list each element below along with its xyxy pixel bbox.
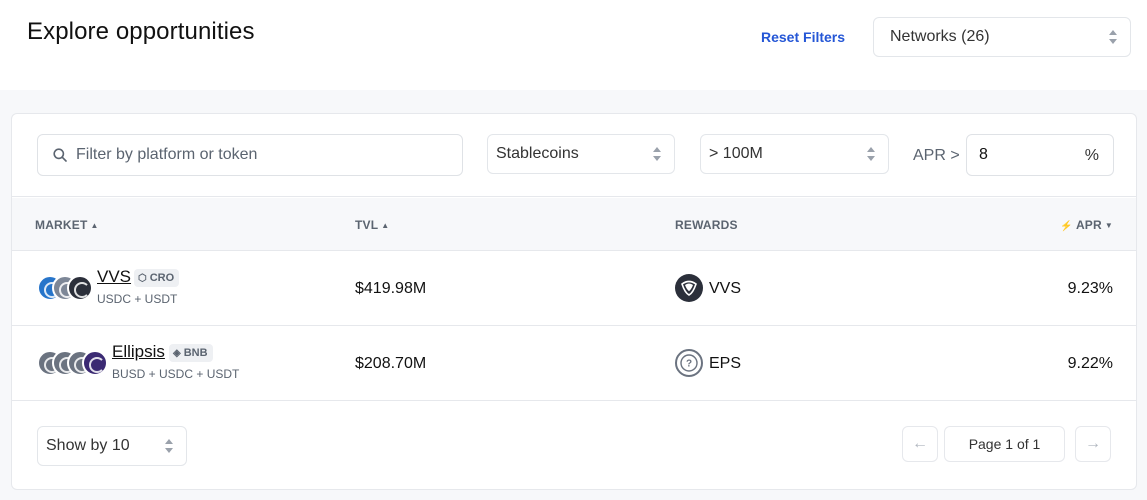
column-header-tvl[interactable]: TVL ▲ (355, 218, 389, 232)
updown-chevron-icon (652, 146, 662, 162)
reset-filters-link[interactable]: Reset Filters (761, 29, 845, 45)
apr-value: 9.23% (1067, 280, 1113, 297)
column-header-rewards: REWARDS (675, 218, 738, 232)
tvl-select[interactable]: > 100M (700, 134, 889, 174)
token-pair: BUSD + USDC + USDT (112, 367, 240, 381)
category-select[interactable]: Stablecoins (487, 134, 675, 174)
market-name-link[interactable]: Ellipsis (112, 342, 165, 362)
tvl-value: $419.98M (355, 280, 427, 297)
networks-select-value: Networks (26) (890, 28, 990, 45)
category-select-value: Stablecoins (496, 145, 579, 162)
table-header: MARKET ▲ TVL ▲ REWARDS ⚡ APR ▼ (12, 198, 1136, 251)
sort-up-icon: ▲ (381, 221, 390, 230)
tvl-select-value: > 100M (709, 145, 763, 162)
search-box[interactable] (37, 134, 463, 176)
svg-text:?: ? (686, 359, 692, 370)
bnb-chain-icon: ◈ (173, 348, 181, 359)
next-page-button[interactable]: → (1075, 426, 1111, 462)
updown-chevron-icon (164, 438, 174, 454)
reward-token-name: VVS (709, 280, 742, 297)
chain-badge: ⬡ CRO (134, 269, 180, 287)
column-header-market[interactable]: MARKET ▲ (35, 218, 99, 232)
sort-up-icon: ▲ (90, 221, 99, 230)
table-row[interactable]: VVS ⬡ CRO USDC + USDT $419.98M VVS 9.23% (12, 251, 1136, 326)
page-title: Explore opportunities (27, 18, 255, 45)
previous-page-button[interactable]: ← (902, 426, 938, 462)
page-indicator: Page 1 of 1 (944, 426, 1065, 462)
column-header-market-label: MARKET (35, 218, 88, 232)
tvl-value: $208.70M (355, 355, 427, 372)
opportunities-panel: Stablecoins > 100M APR > % MARKET▲ TVL▲ … (11, 113, 1137, 490)
column-header-apr-label: APR (1075, 218, 1102, 232)
cronos-chain-icon: ⬡ (138, 273, 147, 284)
apr-input[interactable] (979, 135, 1079, 175)
search-input[interactable] (76, 135, 456, 175)
updown-chevron-icon (866, 146, 876, 162)
apr-filter-field[interactable]: % (966, 134, 1114, 176)
reward-token-name: EPS (709, 355, 742, 372)
unknown-token-icon: ? (675, 349, 703, 377)
search-icon (53, 148, 67, 162)
filters-bar: Stablecoins > 100M APR > % (12, 114, 1136, 197)
sort-down-icon: ▼ (1104, 221, 1113, 230)
updown-chevron-icon (1108, 29, 1118, 45)
vvs-reward-icon (675, 274, 703, 302)
column-header-rewards-label: REWARDS (675, 218, 738, 232)
apr-unit: % (1084, 147, 1099, 164)
apr-filter-label: APR > (913, 147, 960, 164)
table-row[interactable]: Ellipsis ◈ BNB BUSD + USDC + USDT $208.70… (12, 326, 1136, 401)
page-size-select[interactable]: Show by 10 (37, 426, 187, 466)
chain-badge-label: CRO (149, 272, 175, 284)
apr-value: 9.22% (1067, 355, 1113, 372)
column-header-apr[interactable]: ⚡ APR ▼ (1060, 218, 1113, 232)
networks-select[interactable]: Networks (26) (873, 17, 1131, 57)
vvs-token-icon (67, 275, 93, 301)
column-header-tvl-label: TVL (355, 218, 379, 232)
page-header: Explore opportunities Reset Filters Netw… (0, 0, 1147, 90)
ellipsis-token-icon (82, 350, 108, 376)
market-name-link[interactable]: VVS (97, 267, 131, 287)
page-size-select-value: Show by 10 (46, 437, 130, 454)
chain-badge: ◈ BNB (169, 344, 213, 362)
lightning-icon: ⚡ (1060, 221, 1073, 232)
chain-badge-label: BNB (183, 347, 208, 359)
token-pair: USDC + USDT (97, 292, 178, 306)
